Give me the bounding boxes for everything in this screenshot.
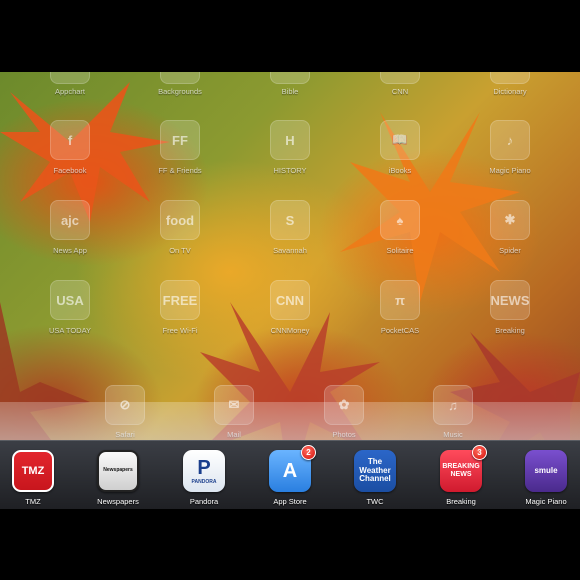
notification-badge: 3 bbox=[472, 445, 487, 460]
dock-app-label: Pandora bbox=[189, 497, 219, 506]
app-icon[interactable]: ajc bbox=[50, 200, 90, 240]
app-label: Savannah bbox=[273, 246, 307, 255]
app-label: CNN bbox=[391, 87, 409, 96]
app-store-app-icon[interactable]: A2 bbox=[269, 445, 316, 492]
app-icon[interactable]: ✱ bbox=[490, 200, 530, 240]
app-label: Bible bbox=[281, 87, 299, 96]
dock-app-label: Newspapers bbox=[97, 497, 139, 506]
app-label: HISTORY bbox=[273, 166, 307, 175]
app-icon[interactable] bbox=[270, 72, 310, 84]
dock-app-magic-piano[interactable]: smule Magic Piano bbox=[510, 450, 580, 506]
dock-app-pandora[interactable]: P PANDORA Pandora bbox=[168, 450, 240, 506]
dock-app-newspapers[interactable]: Newspapers Newspapers bbox=[82, 450, 154, 506]
icon-text: A bbox=[282, 460, 298, 482]
dock-shelf bbox=[0, 402, 580, 442]
app-label: News App bbox=[53, 246, 87, 255]
app-icon[interactable]: H bbox=[270, 120, 310, 160]
app-icon[interactable]: ♠ bbox=[380, 200, 420, 240]
dock-app-app-store[interactable]: A 2 App Store bbox=[254, 445, 326, 506]
app-icon[interactable]: f bbox=[50, 120, 90, 160]
app-icon[interactable]: FF bbox=[160, 120, 200, 160]
dock-app-label: App Store bbox=[273, 497, 307, 506]
app-icon[interactable]: π bbox=[380, 280, 420, 320]
app-label: Solitaire bbox=[386, 246, 414, 255]
app-icon[interactable] bbox=[160, 72, 200, 84]
app-label: Dictionary bbox=[493, 87, 527, 96]
app-label: FF & Friends bbox=[158, 166, 202, 175]
icon-text: Newspapers bbox=[103, 467, 133, 474]
app-icon[interactable]: NEWS bbox=[490, 280, 530, 320]
app-icon[interactable]: ♪ bbox=[490, 120, 530, 160]
app-label: iBooks bbox=[388, 166, 412, 175]
app-icon[interactable] bbox=[490, 72, 530, 84]
breaking-app-icon[interactable]: BREAKING NEWS 3 bbox=[440, 445, 487, 492]
dock-app-label: Magic Piano bbox=[525, 497, 567, 506]
app-icon[interactable]: 📖 bbox=[380, 120, 420, 160]
app-icon[interactable] bbox=[380, 72, 420, 84]
app-label: Backgrounds bbox=[158, 87, 202, 96]
dock-app-breaking[interactable]: BREAKING NEWS 3 Breaking bbox=[425, 445, 497, 506]
tmz-app-icon[interactable]: TMZ bbox=[12, 450, 54, 492]
app-label: Appchart bbox=[54, 87, 86, 96]
app-icon[interactable]: USA bbox=[50, 280, 90, 320]
app-icon[interactable]: S bbox=[270, 200, 310, 240]
app-label: Spider bbox=[499, 246, 521, 255]
twc-app-icon[interactable]: The Weather Channel bbox=[354, 450, 396, 492]
app-icon[interactable]: CNN bbox=[270, 280, 310, 320]
icon-text: TMZ bbox=[21, 464, 45, 477]
app-label: PocketCAS bbox=[380, 326, 420, 335]
dock-app-label: TWC bbox=[366, 497, 384, 506]
notification-badge: 2 bbox=[301, 445, 316, 460]
dock-app-label: Breaking bbox=[446, 497, 476, 506]
app-label: Facebook bbox=[53, 166, 87, 175]
app-icon[interactable]: FREE bbox=[160, 280, 200, 320]
icon-subtext: PANDORA bbox=[191, 479, 217, 485]
dock-app-label: TMZ bbox=[25, 497, 41, 506]
app-label: CNNMoney bbox=[270, 326, 310, 335]
dock-app-twc[interactable]: The Weather Channel TWC bbox=[339, 450, 411, 506]
app-label: On TV bbox=[169, 246, 191, 255]
dock-app-tmz[interactable]: TMZ TMZ bbox=[0, 450, 69, 506]
icon-text: BREAKING NEWS bbox=[442, 463, 480, 478]
app-label: Free Wi-Fi bbox=[162, 326, 198, 335]
app-label: USA TODAY bbox=[48, 326, 92, 335]
icon-text: smule bbox=[534, 465, 558, 475]
icon-text: P bbox=[197, 457, 211, 479]
pandora-app-icon[interactable]: P PANDORA bbox=[183, 450, 225, 492]
magic-piano-app-icon[interactable]: smule bbox=[525, 450, 567, 492]
app-icon[interactable]: food bbox=[160, 200, 200, 240]
app-label: Breaking bbox=[495, 326, 525, 335]
app-icon[interactable] bbox=[50, 72, 90, 84]
icon-text: The Weather Channel bbox=[359, 456, 391, 484]
app-label: Magic Piano bbox=[489, 166, 531, 175]
newspapers-app-icon[interactable]: Newspapers bbox=[97, 450, 139, 492]
